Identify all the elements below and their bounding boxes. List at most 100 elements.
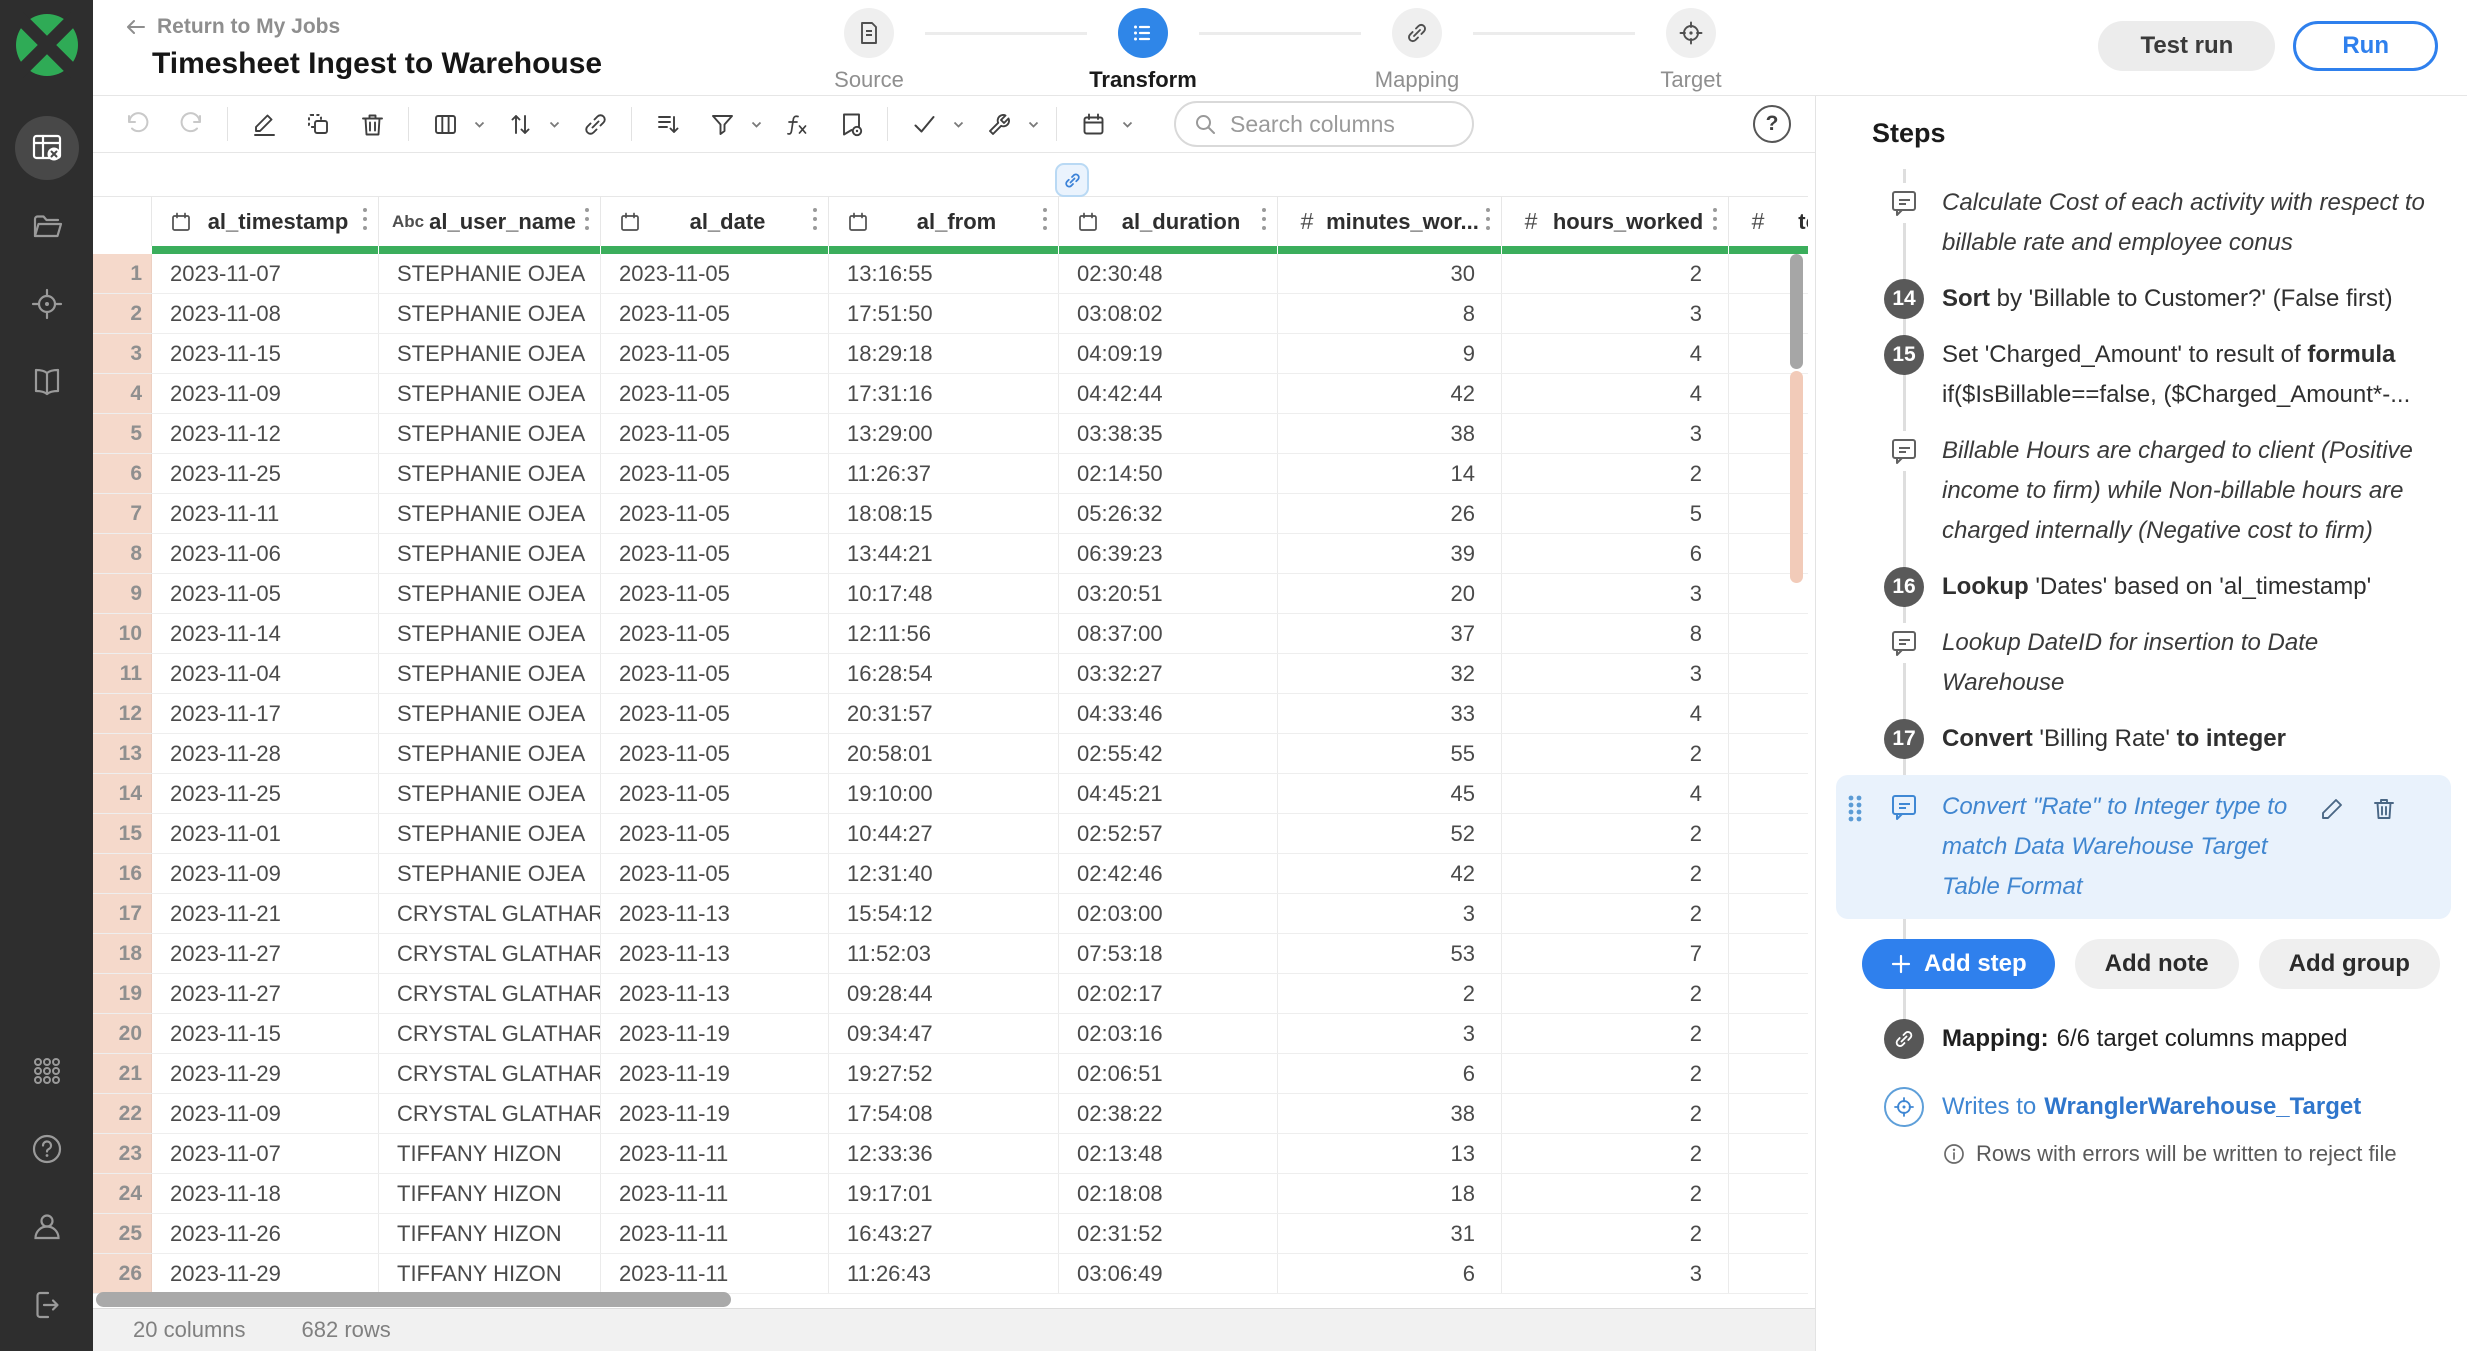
search-columns-input[interactable] — [1228, 110, 1454, 139]
cell[interactable]: 52 — [1278, 814, 1502, 853]
cell[interactable]: 2023-11-13 — [601, 974, 829, 1013]
row-number[interactable]: 13 — [93, 734, 152, 773]
cell[interactable]: 38 — [1278, 1094, 1502, 1133]
rows-arrow-icon[interactable] — [648, 104, 688, 144]
cell[interactable]: 2 — [1502, 1174, 1729, 1213]
cell[interactable] — [1729, 1254, 1808, 1293]
cell[interactable]: CRYSTAL GLATHAR — [379, 1094, 601, 1133]
row-number[interactable]: 20 — [93, 1014, 152, 1053]
row-number[interactable]: 11 — [93, 654, 152, 693]
cell[interactable]: 02:02:17 — [1059, 974, 1278, 1013]
cell[interactable] — [1729, 1014, 1808, 1053]
sidebar-item-locate-target[interactable] — [15, 272, 79, 336]
cell[interactable]: 09:34:47 — [829, 1014, 1059, 1053]
cell[interactable]: 2023-11-18 — [152, 1174, 379, 1213]
cell[interactable]: 31 — [1278, 1214, 1502, 1253]
cell[interactable]: 39 — [1278, 534, 1502, 573]
cell[interactable]: 02:30:48 — [1059, 254, 1278, 293]
step-item-16[interactable]: 16Lookup 'Dates' based on 'al_timestamp' — [1816, 567, 2467, 607]
add-group-button[interactable]: Add group — [2259, 939, 2440, 989]
cell[interactable]: STEPHANIE OJEA — [379, 494, 601, 533]
row-number[interactable]: 2 — [93, 294, 152, 333]
cell[interactable]: STEPHANIE OJEA — [379, 414, 601, 453]
column-menu-icon[interactable] — [584, 206, 592, 238]
row-number[interactable]: 26 — [93, 1254, 152, 1293]
cell[interactable] — [1729, 1134, 1808, 1173]
cell[interactable]: 32 — [1278, 654, 1502, 693]
cell[interactable]: 2023-11-05 — [601, 254, 829, 293]
cell[interactable]: STEPHANIE OJEA — [379, 694, 601, 733]
row-number[interactable]: 23 — [93, 1134, 152, 1173]
cell[interactable]: 8 — [1278, 294, 1502, 333]
cell[interactable]: 18:29:18 — [829, 334, 1059, 373]
cell[interactable]: 8 — [1502, 614, 1729, 653]
cell[interactable]: 55 — [1278, 734, 1502, 773]
step-item-15[interactable]: 15Set 'Charged_Amount' to result of form… — [1816, 335, 2467, 415]
logout-icon[interactable] — [15, 1273, 79, 1337]
cell[interactable]: 07:53:18 — [1059, 934, 1278, 973]
toolbar-help-icon[interactable]: ? — [1753, 105, 1791, 143]
cell[interactable]: 20:31:57 — [829, 694, 1059, 733]
cell[interactable]: 03:38:35 — [1059, 414, 1278, 453]
cell[interactable]: 2 — [1502, 854, 1729, 893]
cell[interactable]: 2023-11-07 — [152, 1134, 379, 1173]
cell[interactable]: 2023-11-19 — [601, 1014, 829, 1053]
cell[interactable]: 2023-11-07 — [152, 254, 379, 293]
cell[interactable]: 16:28:54 — [829, 654, 1059, 693]
cell[interactable]: 3 — [1278, 1014, 1502, 1053]
cell[interactable]: 02:42:46 — [1059, 854, 1278, 893]
cell[interactable]: 13:16:55 — [829, 254, 1059, 293]
cell[interactable]: 04:42:44 — [1059, 374, 1278, 413]
cell[interactable]: 3 — [1502, 654, 1729, 693]
cell[interactable]: 2023-11-15 — [152, 334, 379, 373]
function-icon[interactable] — [777, 104, 817, 144]
row-number[interactable]: 24 — [93, 1174, 152, 1213]
cell[interactable]: 08:37:00 — [1059, 614, 1278, 653]
cell[interactable]: 10:44:27 — [829, 814, 1059, 853]
cell[interactable]: 2023-11-29 — [152, 1054, 379, 1093]
trash-icon[interactable] — [352, 104, 392, 144]
cell[interactable]: 3 — [1502, 294, 1729, 333]
sidebar-item-projects-folder[interactable] — [15, 194, 79, 258]
cell[interactable]: 02:55:42 — [1059, 734, 1278, 773]
cell[interactable]: 02:38:22 — [1059, 1094, 1278, 1133]
cell[interactable]: 17:31:16 — [829, 374, 1059, 413]
cell[interactable]: STEPHANIE OJEA — [379, 334, 601, 373]
step-item-14[interactable]: 14Sort by 'Billable to Customer?' (False… — [1816, 279, 2467, 319]
column-menu-icon[interactable] — [1485, 206, 1493, 238]
cell[interactable]: 2023-11-09 — [152, 374, 379, 413]
cell[interactable]: STEPHANIE OJEA — [379, 854, 601, 893]
cell[interactable]: 02:06:51 — [1059, 1054, 1278, 1093]
cell[interactable]: 03:08:02 — [1059, 294, 1278, 333]
cell[interactable]: 2023-11-05 — [152, 574, 379, 613]
cell[interactable]: 2023-11-05 — [601, 454, 829, 493]
writes-target-row[interactable]: Writes toWranglerWarehouse_Target — [1884, 1087, 2467, 1127]
filter-icon[interactable] — [702, 104, 742, 144]
cell[interactable]: CRYSTAL GLATHAR — [379, 894, 601, 933]
cell[interactable]: 12:11:56 — [829, 614, 1059, 653]
cell[interactable]: 2 — [1502, 894, 1729, 933]
cell[interactable]: 2023-11-28 — [152, 734, 379, 773]
cell[interactable]: 13:29:00 — [829, 414, 1059, 453]
workflow-step-transform[interactable]: Transform — [1087, 8, 1199, 93]
cell[interactable]: 2023-11-12 — [152, 414, 379, 453]
row-number[interactable]: 12 — [93, 694, 152, 733]
cell[interactable]: 20:58:01 — [829, 734, 1059, 773]
row-number[interactable]: 1 — [93, 254, 152, 293]
cell[interactable]: 2023-11-01 — [152, 814, 379, 853]
cell[interactable]: 2 — [1502, 1094, 1729, 1133]
book-lookup-icon[interactable] — [831, 104, 871, 144]
cell[interactable]: CRYSTAL GLATHAR — [379, 1014, 601, 1053]
cell[interactable]: 04:09:19 — [1059, 334, 1278, 373]
cell[interactable]: CRYSTAL GLATHAR — [379, 974, 601, 1013]
cell[interactable]: 2023-11-14 — [152, 614, 379, 653]
cell[interactable]: 13:44:21 — [829, 534, 1059, 573]
edit-note-icon[interactable] — [2318, 795, 2346, 828]
cell[interactable]: 26 — [1278, 494, 1502, 533]
cell[interactable]: 12:33:36 — [829, 1134, 1059, 1173]
cell[interactable]: 6 — [1278, 1254, 1502, 1293]
cell[interactable]: 17:51:50 — [829, 294, 1059, 333]
cell[interactable]: 2023-11-25 — [152, 454, 379, 493]
cell[interactable]: STEPHANIE OJEA — [379, 574, 601, 613]
cell[interactable]: 12:31:40 — [829, 854, 1059, 893]
